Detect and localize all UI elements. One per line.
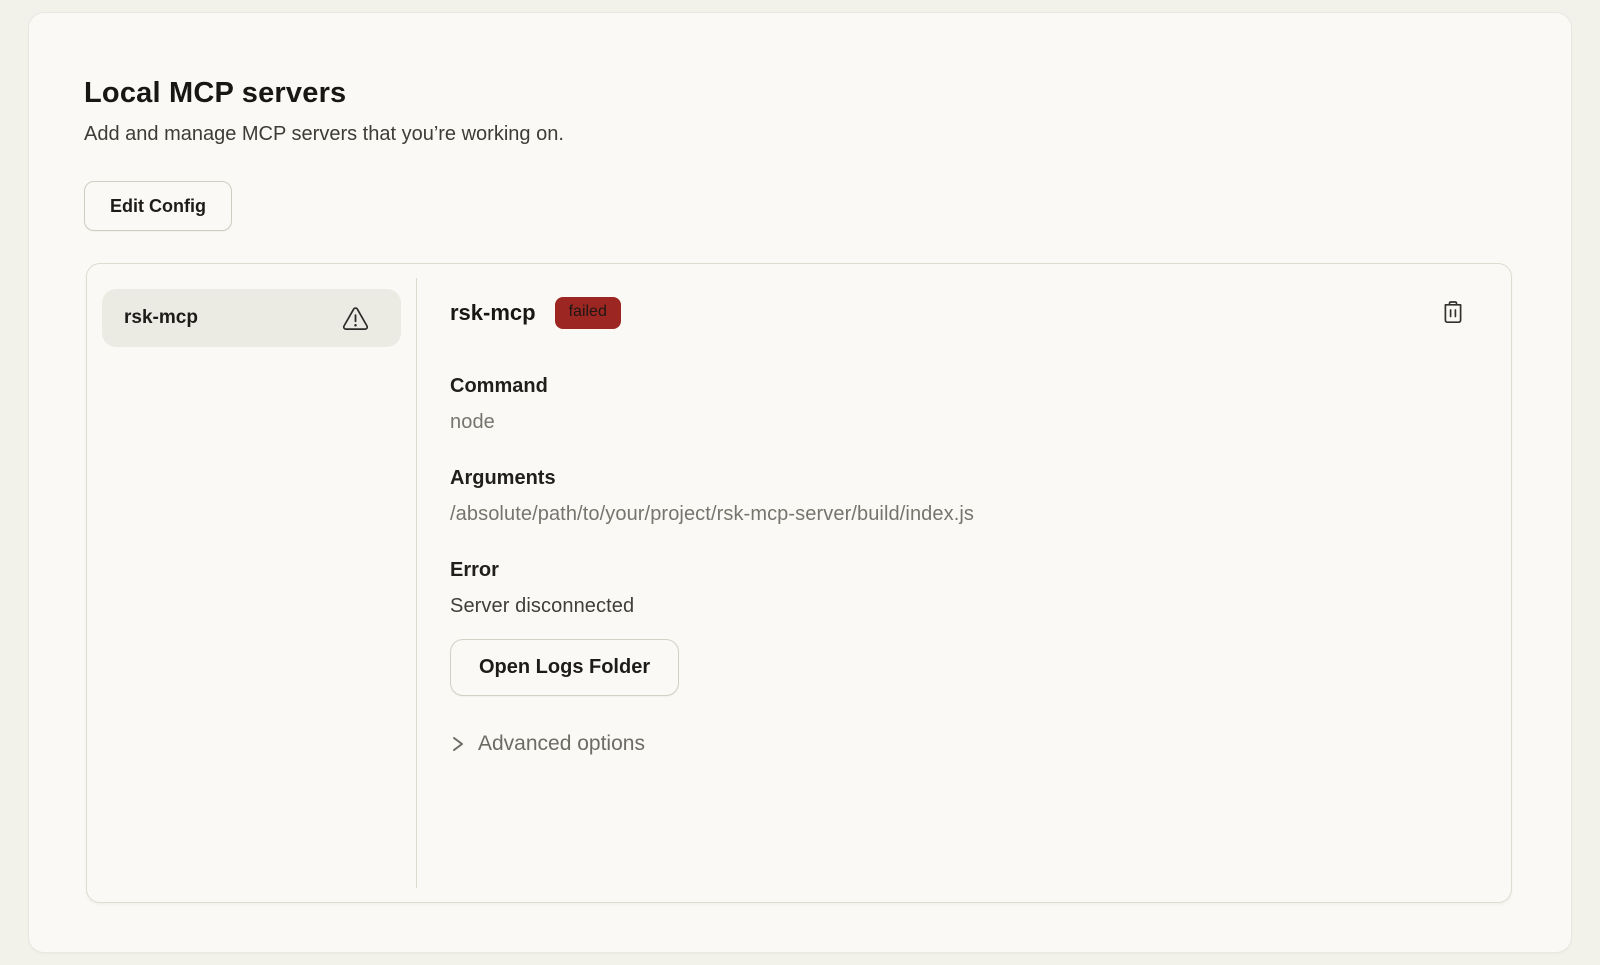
server-item-label: rsk-mcp xyxy=(124,307,198,329)
error-label: Error xyxy=(450,559,1471,582)
command-field: Command node xyxy=(450,375,1471,434)
advanced-options-toggle[interactable]: Advanced options xyxy=(450,732,1471,756)
command-value: node xyxy=(450,411,1471,434)
delete-server-button[interactable] xyxy=(1435,295,1471,331)
error-field: Error Server disconnected xyxy=(450,559,1471,618)
server-list-sidebar: rsk-mcp xyxy=(87,264,416,902)
server-name-heading: rsk-mcp xyxy=(450,300,536,326)
advanced-options-label: Advanced options xyxy=(478,732,645,756)
edit-config-button[interactable]: Edit Config xyxy=(84,181,232,231)
arguments-label: Arguments xyxy=(450,467,1471,490)
command-label: Command xyxy=(450,375,1471,398)
server-detail-pane: rsk-mcp failed xyxy=(417,264,1511,902)
error-value: Server disconnected xyxy=(450,595,1471,618)
server-panel: rsk-mcp rsk-mcp failed xyxy=(86,263,1512,903)
server-detail-header: rsk-mcp failed xyxy=(450,296,1471,330)
status-badge: failed xyxy=(555,297,621,329)
server-list-item-rsk-mcp[interactable]: rsk-mcp xyxy=(102,289,401,347)
local-mcp-servers-page: Local MCP servers Add and manage MCP ser… xyxy=(0,0,1600,965)
warning-triangle-icon xyxy=(342,306,369,331)
arguments-value: /absolute/path/to/your/project/rsk-mcp-s… xyxy=(450,503,1471,526)
chevron-right-icon xyxy=(450,734,465,754)
trash-icon xyxy=(1442,300,1464,327)
page-title: Local MCP servers xyxy=(84,77,1571,110)
open-logs-folder-button[interactable]: Open Logs Folder xyxy=(450,639,679,696)
settings-card: Local MCP servers Add and manage MCP ser… xyxy=(28,12,1572,953)
page-subtitle: Add and manage MCP servers that you’re w… xyxy=(84,123,1571,146)
arguments-field: Arguments /absolute/path/to/your/project… xyxy=(450,467,1471,526)
